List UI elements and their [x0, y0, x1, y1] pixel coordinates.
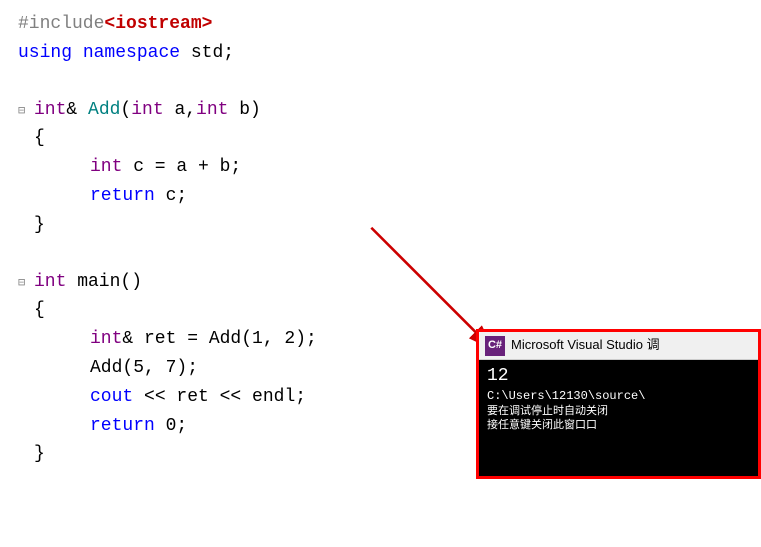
vs-output: 12 — [487, 364, 750, 389]
vs-path: C:\Users\12130\source\ — [487, 389, 750, 405]
vs-title-text: Microsoft Visual Studio 调 — [511, 335, 660, 356]
vs-info1: 要在调试停止时自动关闭 — [487, 405, 750, 419]
brace-close-add: } — [18, 211, 45, 240]
collapse-add[interactable]: ⊟ — [18, 102, 30, 121]
code-line-3 — [10, 68, 761, 96]
vs-info2: 接任意键关闭此窗口口 — [487, 419, 750, 433]
kw-return-0: return — [90, 412, 155, 441]
code-line-5: { — [10, 124, 761, 153]
c-assign: c = a + b; — [122, 153, 241, 182]
vs-icon-label: C# — [488, 337, 502, 355]
code-line-2: using namespace std; — [10, 39, 761, 68]
kw-cout: cout — [90, 383, 133, 412]
param-b: b) — [228, 96, 260, 125]
code-line-11: { — [10, 296, 761, 325]
ampersand-add: & — [66, 96, 88, 125]
return-0-val: 0; — [155, 412, 187, 441]
code-line-1: #include<iostream> — [10, 10, 761, 39]
vs-console: 12 C:\Users\12130\source\ 要在调试停止时自动关闭 接任… — [479, 360, 758, 476]
brace-open-main: { — [18, 296, 45, 325]
code-line-7: return c; — [10, 182, 761, 211]
vs-popup: C# Microsoft Visual Studio 调 12 C:\Users… — [476, 329, 761, 479]
code-editor: #include<iostream> using namespace std; … — [0, 0, 761, 479]
include-hash: #include — [18, 10, 104, 39]
kw-namespace: namespace — [83, 39, 180, 68]
param-a: a, — [164, 96, 196, 125]
kw-int-a: int — [131, 96, 163, 125]
fn-add: Add — [88, 96, 120, 125]
brace-open-add: { — [18, 124, 45, 153]
code-line-9 — [10, 240, 761, 268]
code-line-6: int c = a + b; — [10, 153, 761, 182]
code-line-4: ⊟ int& Add(int a,int b) — [10, 96, 761, 125]
kw-using: using — [18, 39, 72, 68]
kw-int-ret2: int — [90, 325, 122, 354]
collapse-main[interactable]: ⊟ — [18, 274, 30, 293]
kw-int-b: int — [196, 96, 228, 125]
code-line-8: } — [10, 211, 761, 240]
kw-int-ret: int — [34, 96, 66, 125]
fn-main: main() — [66, 268, 142, 297]
vs-icon: C# — [485, 336, 505, 356]
add-paren: ( — [120, 96, 131, 125]
ret-assign: & ret = Add(1, 2); — [122, 325, 316, 354]
brace-close-main: } — [18, 440, 45, 469]
add-call: Add(5, 7); — [90, 354, 198, 383]
return-c-val: c; — [155, 182, 187, 211]
code-line-10: ⊟ int main() — [10, 268, 761, 297]
kw-int-c: int — [90, 153, 122, 182]
include-lib: <iostream> — [104, 10, 212, 39]
kw-int-main: int — [34, 268, 66, 297]
vs-titlebar: C# Microsoft Visual Studio 调 — [479, 332, 758, 360]
kw-return-c: return — [90, 182, 155, 211]
cout-rest: << ret << endl; — [133, 383, 306, 412]
